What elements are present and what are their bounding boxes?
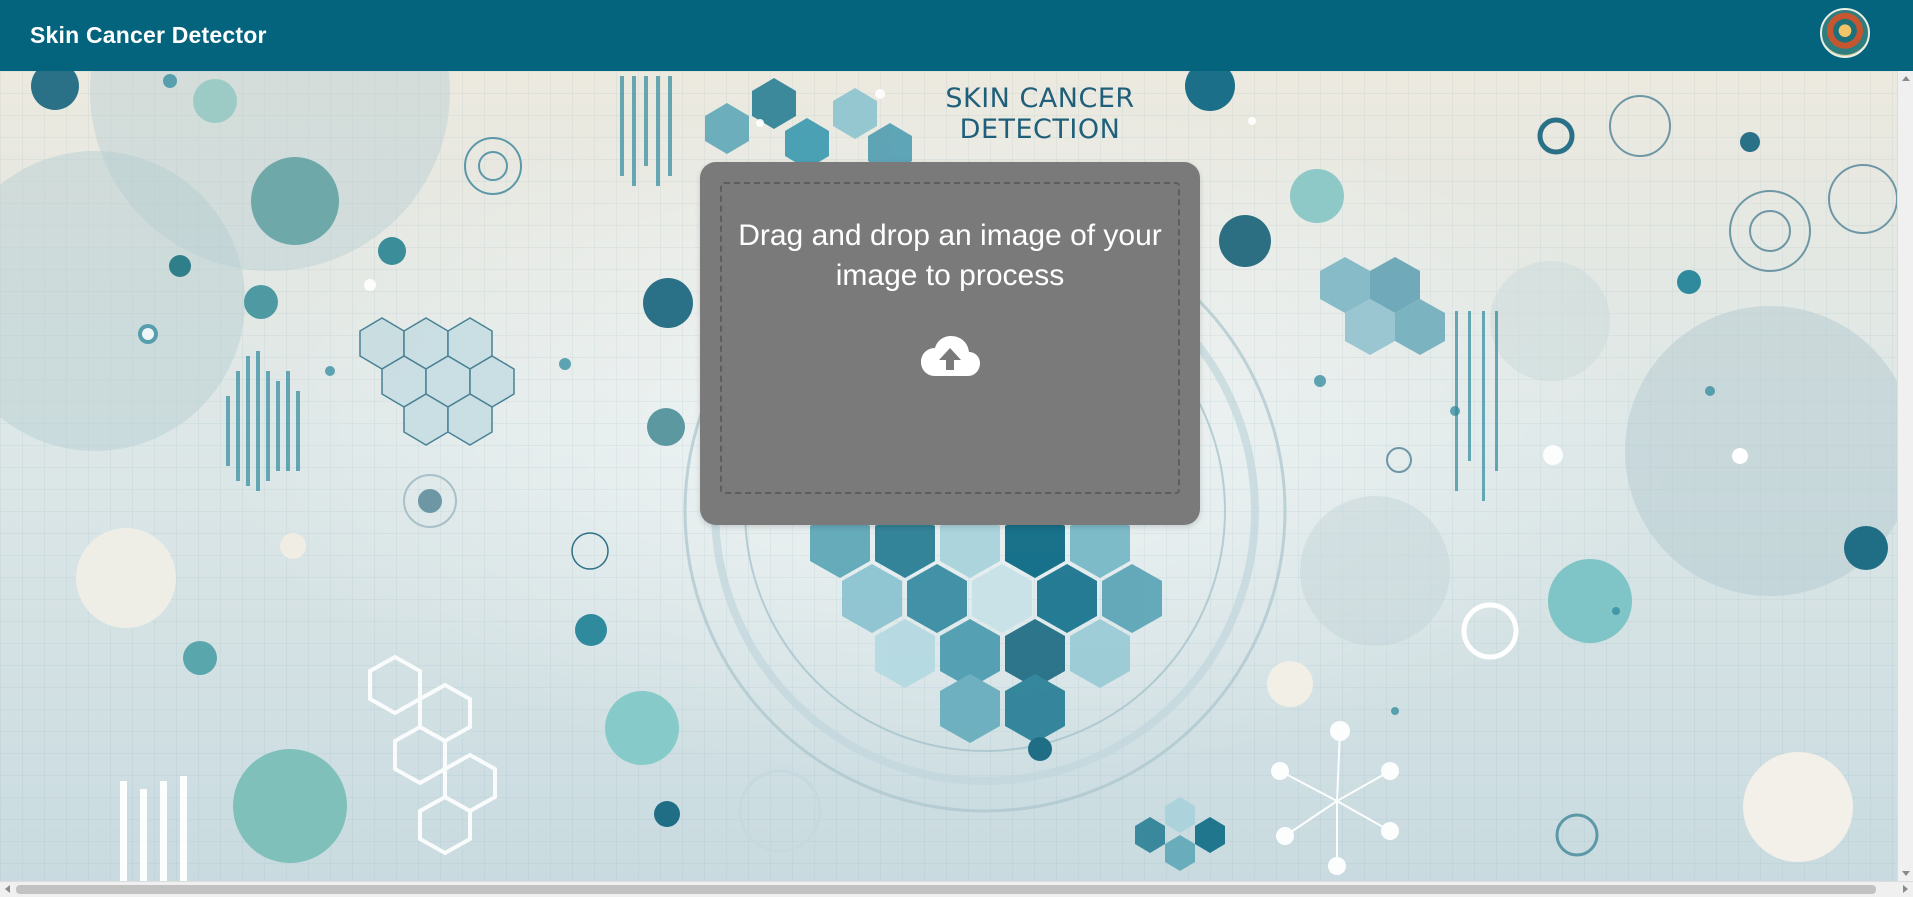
user-avatar-icon[interactable] bbox=[1820, 8, 1870, 58]
drop-zone-prompt: Drag and drop an image of your image to … bbox=[738, 219, 1162, 292]
poster-title-line1: SKIN CANCER bbox=[945, 83, 1135, 114]
poster-title-line2: DETECTION bbox=[959, 114, 1121, 145]
scroll-left-arrow-icon[interactable] bbox=[5, 885, 10, 893]
cloud-upload-icon[interactable] bbox=[918, 332, 982, 380]
horizontal-scrollbar-thumb[interactable] bbox=[16, 885, 1876, 894]
scroll-down-arrow-icon[interactable] bbox=[1902, 871, 1910, 876]
vertical-scrollbar[interactable] bbox=[1897, 71, 1913, 881]
horizontal-scrollbar[interactable] bbox=[0, 881, 1913, 897]
scroll-up-arrow-icon[interactable] bbox=[1902, 76, 1910, 81]
upload-panel: Drag and drop an image of your image to … bbox=[700, 162, 1200, 525]
image-drop-zone[interactable]: Drag and drop an image of your image to … bbox=[720, 182, 1180, 494]
app-title: Skin Cancer Detector bbox=[30, 22, 267, 48]
app-header: Skin Cancer Detector bbox=[0, 0, 1913, 71]
scroll-right-arrow-icon[interactable] bbox=[1903, 885, 1908, 893]
poster-title: SKIN CANCER DETECTION bbox=[940, 83, 1140, 145]
